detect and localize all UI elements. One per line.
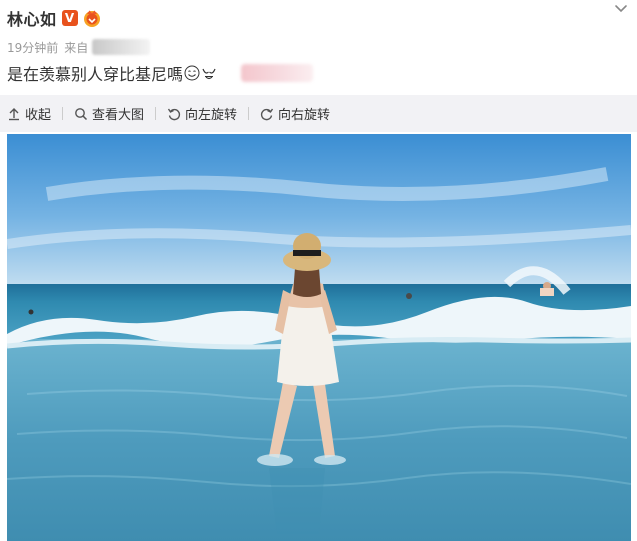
rotate-right-icon <box>260 108 274 120</box>
author-row: 林心如 V <box>7 6 102 30</box>
collapse-arrow-icon <box>9 107 19 120</box>
author-name[interactable]: 林心如 <box>7 6 57 30</box>
post-text: 是在羡慕别人穿比基尼嗎 <box>7 65 184 84</box>
toolbar-divider <box>62 107 64 120</box>
post-header: 林心如 V 19分钟前 来自 是在羡慕别人穿比基尼嗎 <box>0 0 637 95</box>
view-large-label: 查看大图 <box>92 108 145 123</box>
post-meta: 19分钟前 来自 <box>7 37 151 57</box>
post-source-blurred <box>92 39 151 55</box>
post-time[interactable]: 19分钟前 <box>7 39 58 56</box>
collapse-button[interactable]: 收起 <box>7 95 51 132</box>
verified-badge-icon: V <box>61 10 78 26</box>
rotate-right-button[interactable]: 向右旋转 <box>260 95 330 132</box>
view-large-button[interactable]: 查看大图 <box>74 95 144 132</box>
vip-crown-icon[interactable] <box>82 8 102 28</box>
bikini-emoji-icon <box>202 68 216 80</box>
beach-photo[interactable] <box>7 134 631 541</box>
post-source-label: 来自 <box>64 40 89 55</box>
chevron-down-icon[interactable] <box>613 1 629 17</box>
post-content: 是在羡慕别人穿比基尼嗎 <box>7 60 314 86</box>
rotate-left-button[interactable]: 向左旋转 <box>167 95 237 132</box>
rotate-left-label: 向左旋转 <box>185 108 238 123</box>
rotate-right-label: 向右旋转 <box>278 108 331 123</box>
mention-tag-blurred[interactable] <box>241 64 314 82</box>
image-toolbar: 收起 查看大图 向左旋转 向右旋转 <box>0 95 637 132</box>
rotate-left-icon <box>167 108 181 120</box>
collapse-label: 收起 <box>25 108 52 123</box>
toolbar-divider <box>248 107 250 120</box>
toolbar-divider <box>155 107 157 120</box>
smile-emoji-icon <box>184 65 200 81</box>
magnifier-icon <box>75 107 88 120</box>
